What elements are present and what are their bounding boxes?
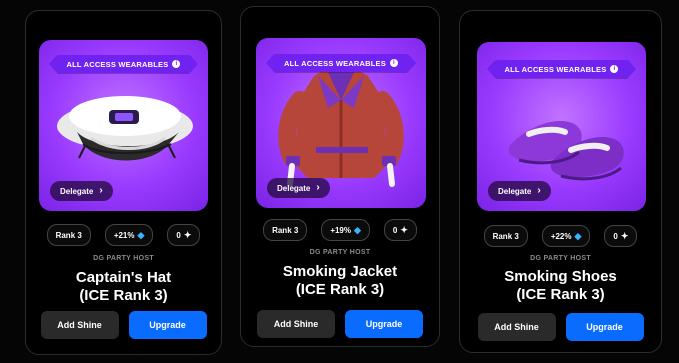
delegate-label: Delegate (277, 183, 311, 193)
wearable-image: ALL ACCESS WEARABLES i Delegate › (256, 38, 426, 208)
host-label: DG PARTY HOST (309, 249, 371, 256)
add-shine-button[interactable]: Add Shine (257, 310, 335, 338)
all-access-wearables-badge: ALL ACCESS WEARABLES i (266, 54, 416, 72)
info-icon[interactable]: i (389, 59, 398, 67)
rank-label: Rank 3 (55, 230, 82, 240)
count-value: 0 (176, 230, 181, 240)
wearable-image: ALL ACCESS WEARABLES i Delegate › (477, 42, 646, 211)
rank-label: Rank 3 (492, 231, 519, 241)
count-pill: 0 ✦ (167, 224, 201, 246)
bonus-value: +19% (330, 225, 351, 235)
all-access-wearables-badge: ALL ACCESS WEARABLES i (48, 55, 199, 73)
title-line-2: (ICE Rank 3) (79, 287, 168, 304)
delegate-button[interactable]: Delegate › (488, 181, 551, 201)
count-value: 0 (613, 231, 618, 241)
add-shine-button[interactable]: Add Shine (40, 311, 119, 339)
title-line-1: Captain's Hat (75, 269, 172, 286)
wearable-card-smoking-shoes: ALL ACCESS WEARABLES i Delegate › Rank 3… (459, 10, 662, 353)
action-buttons: Add Shine Upgrade (241, 310, 439, 338)
title-line-1: Smoking Shoes (504, 268, 617, 285)
add-shine-button[interactable]: Add Shine (477, 313, 556, 341)
bonus-pill: +21% ◆ (104, 224, 154, 246)
count-pill: 0 ✦ (383, 219, 417, 241)
all-access-wearables-badge: ALL ACCESS WEARABLES i (486, 60, 637, 78)
chevron-right-icon: › (537, 185, 541, 196)
rank-pill: Rank 3 (483, 225, 528, 247)
badge-label: ALL ACCESS WEARABLES (504, 64, 607, 74)
wearable-image: ALL ACCESS WEARABLES i Delegate › (39, 40, 208, 211)
upgrade-button[interactable]: Upgrade (565, 313, 644, 341)
diamond-icon: ◆ (354, 224, 361, 235)
upgrade-button[interactable]: Upgrade (345, 310, 423, 338)
bonus-value: +22% (550, 231, 572, 241)
action-buttons: Add Shine Upgrade (460, 313, 661, 341)
wearable-card-captains-hat: ALL ACCESS WEARABLES i Delegate › Rank 3… (25, 10, 222, 355)
sparkle-icon: ✦ (183, 229, 192, 240)
badge-label: ALL ACCESS WEARABLES (284, 58, 386, 68)
title-line-2: (ICE Rank 3) (295, 281, 385, 298)
wearable-title: Captain's Hat (ICE Rank 3) (26, 269, 221, 305)
info-icon[interactable]: i (610, 65, 619, 73)
host-label: DG PARTY HOST (530, 255, 591, 262)
count-pill: 0 ✦ (604, 225, 638, 247)
info-icon[interactable]: i (172, 60, 181, 68)
bonus-value: +21% (113, 230, 135, 240)
rank-pill: Rank 3 (263, 219, 308, 241)
badge-label: ALL ACCESS WEARABLES (66, 59, 169, 69)
upgrade-button[interactable]: Upgrade (128, 311, 207, 339)
count-value: 0 (392, 225, 398, 235)
title-line-1: Smoking Jacket (282, 263, 398, 280)
diamond-icon: ◆ (574, 230, 582, 241)
rank-label: Rank 3 (272, 225, 299, 235)
host-label: DG PARTY HOST (93, 255, 154, 262)
title-line-2: (ICE Rank 3) (516, 286, 605, 303)
sparkle-icon: ✦ (400, 224, 408, 235)
sparkle-icon: ✦ (620, 230, 629, 241)
diamond-icon: ◆ (137, 229, 145, 240)
delegate-label: Delegate (60, 186, 94, 196)
stats-row: Rank 3 +22% ◆ 0 ✦ (460, 225, 661, 247)
wearable-card-smoking-jacket: ALL ACCESS WEARABLES i Delegate › Rank 3 (240, 6, 440, 347)
delegate-button[interactable]: Delegate › (50, 181, 113, 201)
action-buttons: Add Shine Upgrade (26, 311, 221, 339)
wearable-title: Smoking Jacket (ICE Rank 3) (241, 263, 439, 299)
wearable-title: Smoking Shoes (ICE Rank 3) (460, 268, 661, 304)
bonus-pill: +22% ◆ (541, 225, 591, 247)
delegate-label: Delegate (498, 186, 532, 196)
chevron-right-icon: › (316, 182, 320, 193)
rank-pill: Rank 3 (46, 224, 91, 246)
bonus-pill: +19% ◆ (321, 219, 370, 241)
delegate-button[interactable]: Delegate › (267, 178, 330, 198)
chevron-right-icon: › (99, 185, 103, 196)
stats-row: Rank 3 +19% ◆ 0 ✦ (241, 219, 439, 241)
stats-row: Rank 3 +21% ◆ 0 ✦ (26, 224, 221, 246)
